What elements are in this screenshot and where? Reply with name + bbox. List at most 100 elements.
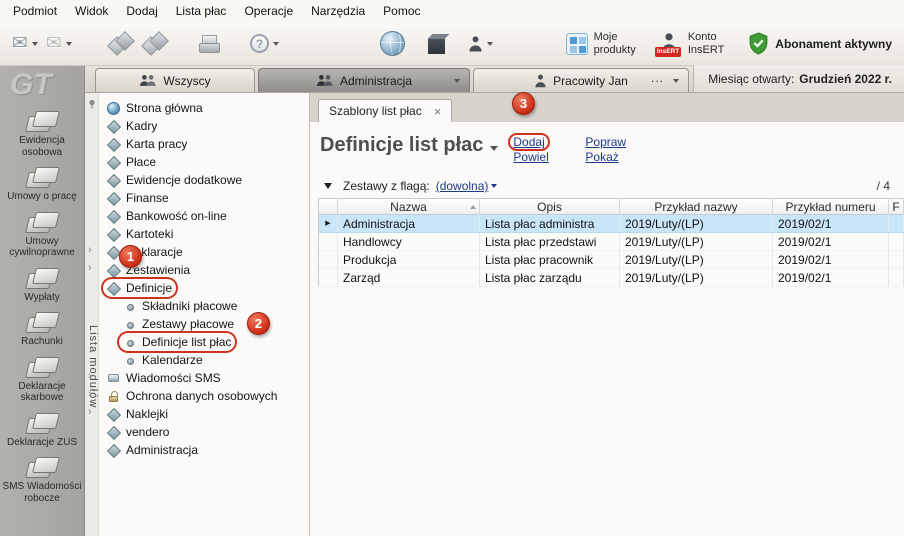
sidebar-item[interactable]: Deklaracje skarbowe: [0, 351, 84, 407]
module-item[interactable]: Składniki płacowe: [119, 297, 241, 315]
module-item[interactable]: Kartoteki: [103, 225, 177, 243]
module-item[interactable]: Ochrona danych osobowych: [103, 387, 281, 405]
module-icon: [107, 426, 120, 439]
module-item[interactable]: Administracja: [103, 441, 202, 459]
group-icon: [139, 74, 157, 87]
module-item[interactable]: Zestawy płacowe: [119, 315, 238, 333]
module-item[interactable]: Definicje: [103, 279, 176, 297]
sidebar-item[interactable]: Umowy cywilnoprawne: [0, 206, 84, 262]
module-item[interactable]: Deklaracje: [103, 243, 187, 261]
table-row[interactable]: Zarząd Lista płac zarządu 2019/Luty/(LP)…: [319, 269, 904, 287]
module-item[interactable]: vendero: [103, 423, 173, 441]
more-indicator[interactable]: ...: [651, 71, 664, 85]
cell-nazwa: Zarząd: [338, 269, 480, 287]
send-mail-button[interactable]: ✉: [8, 27, 42, 61]
envelope-icon: ✉: [46, 32, 62, 55]
record-count: / 4: [877, 179, 904, 193]
sidebar-item[interactable]: Umowy o pracę: [0, 161, 84, 206]
documents-icon: [25, 109, 59, 133]
document-tabbar: Szablony list płac ×: [310, 93, 904, 122]
menu-item[interactable]: Operacje: [235, 1, 302, 21]
sidebar-item[interactable]: Ewidencja osobowa: [0, 105, 84, 161]
archive-button[interactable]: [419, 27, 453, 61]
module-item[interactable]: Naklejki: [103, 405, 172, 423]
cell-f: [889, 233, 904, 251]
cube-icon: [428, 39, 445, 54]
action-link[interactable]: Dodaj: [510, 135, 547, 149]
sidebar-item[interactable]: Wypłaty: [0, 262, 84, 307]
module-item[interactable]: Strona główna: [103, 99, 207, 117]
collapse-filter-icon[interactable]: [324, 183, 332, 189]
menu-item[interactable]: Dodaj: [117, 1, 166, 21]
konto-insert-button[interactable]: InsERT Konto InsERT: [656, 29, 728, 58]
panel-strip: Lista modułów: [85, 93, 99, 536]
module-item[interactable]: Płace: [103, 153, 160, 171]
menu-item[interactable]: Narzędzia: [302, 1, 374, 21]
definitions-table: Nazwa Opis Przykład nazwy Przykład numer…: [318, 198, 904, 287]
shield-icon: [748, 32, 769, 55]
help-button[interactable]: ?: [246, 27, 283, 61]
menu-item[interactable]: Lista płac: [167, 1, 236, 21]
col-opis[interactable]: Opis: [480, 198, 620, 215]
module-icon: [107, 210, 120, 223]
document-body: Definicje list płac Dodaj Popraw Powiel Pok…: [310, 122, 904, 536]
chevron-down-icon[interactable]: [454, 79, 460, 83]
stamp-tool-2-button[interactable]: [138, 27, 172, 61]
module-item[interactable]: Definicje list płac: [119, 333, 235, 351]
employee-actions-button[interactable]: [463, 27, 497, 61]
nav-sidebar: GT Ewidencja osobowa Umowy o pracę Umowy…: [0, 66, 85, 536]
tab-pracowity-jan[interactable]: Pracowity Jan ...: [473, 68, 689, 92]
module-item[interactable]: Kalendarze: [119, 351, 207, 369]
module-item[interactable]: Finanse: [103, 189, 173, 207]
cell-przyklad-numeru: 2019/02/1: [773, 269, 889, 287]
filter-flag-dropdown[interactable]: (dowolna): [436, 179, 498, 193]
stamps-icon: [142, 32, 168, 56]
col-f[interactable]: F: [889, 198, 904, 215]
module-item[interactable]: Kadry: [103, 117, 161, 135]
nav-items: Ewidencja osobowa Umowy o pracę Umowy cy…: [0, 105, 84, 507]
menu-item[interactable]: Pomoc: [374, 1, 429, 21]
module-item[interactable]: Ewidencje dodatkowe: [103, 171, 246, 189]
moje-produkty-button[interactable]: Moje produkty: [562, 29, 640, 58]
chevron-down-icon[interactable]: [673, 79, 679, 83]
sidebar-item[interactable]: Rachunki: [0, 306, 84, 351]
sidebar-item[interactable]: SMS Wiadomości robocze: [0, 451, 84, 507]
online-services-button[interactable]: [375, 27, 409, 61]
cell-nazwa: Administracja: [338, 215, 480, 233]
documents-icon: [25, 266, 59, 290]
tab-administracja[interactable]: Administracja: [258, 68, 470, 92]
module-list: Strona główna Kadry Karta pracy Płace: [99, 99, 309, 459]
col-przyklad-numeru[interactable]: Przykład numeru: [773, 198, 889, 215]
module-icon: [123, 354, 136, 367]
col-selector: [319, 198, 338, 215]
receive-mail-button[interactable]: ✉: [42, 27, 76, 61]
row-selector: [319, 233, 338, 251]
page-title[interactable]: Definicje list płac: [320, 134, 498, 157]
print-button[interactable]: [192, 27, 226, 61]
sort-asc-icon: [470, 205, 476, 209]
tab-szablony-list-plac[interactable]: Szablony list płac ×: [318, 99, 452, 122]
person-icon: [468, 35, 483, 53]
module-item[interactable]: Bankowość on-line: [103, 207, 231, 225]
tab-wszyscy[interactable]: Wszyscy: [95, 68, 255, 92]
module-item[interactable]: Karta pracy: [103, 135, 191, 153]
action-link[interactable]: Powiel: [510, 150, 551, 164]
chevron-down-icon: [66, 42, 72, 46]
module-item[interactable]: Zestawienia: [103, 261, 194, 279]
module-panel: Lista modułów Strona główna Kadry Karta …: [85, 93, 310, 536]
menu-item[interactable]: Podmiot: [4, 1, 66, 21]
table-row[interactable]: Produkcja Lista płac pracownik 2019/Luty…: [319, 251, 904, 269]
action-link[interactable]: Popraw: [582, 135, 629, 149]
table-row[interactable]: Handlowcy Lista płac przedstawi 2019/Lut…: [319, 233, 904, 251]
col-przyklad-nazwy[interactable]: Przykład nazwy: [620, 198, 773, 215]
abonament-status[interactable]: Abonament aktywny: [744, 30, 896, 57]
module-item[interactable]: Wiadomości SMS: [103, 369, 225, 387]
menu-item[interactable]: Widok: [66, 1, 117, 21]
sidebar-item[interactable]: Deklaracje ZUS: [0, 407, 84, 452]
pin-icon[interactable]: [87, 98, 97, 112]
table-row[interactable]: Administracja Lista płac administra 2019…: [319, 215, 904, 233]
action-link[interactable]: Pokaż: [582, 150, 621, 164]
col-nazwa[interactable]: Nazwa: [338, 198, 480, 215]
stamp-tool-button[interactable]: [104, 27, 138, 61]
close-icon[interactable]: ×: [434, 105, 442, 118]
